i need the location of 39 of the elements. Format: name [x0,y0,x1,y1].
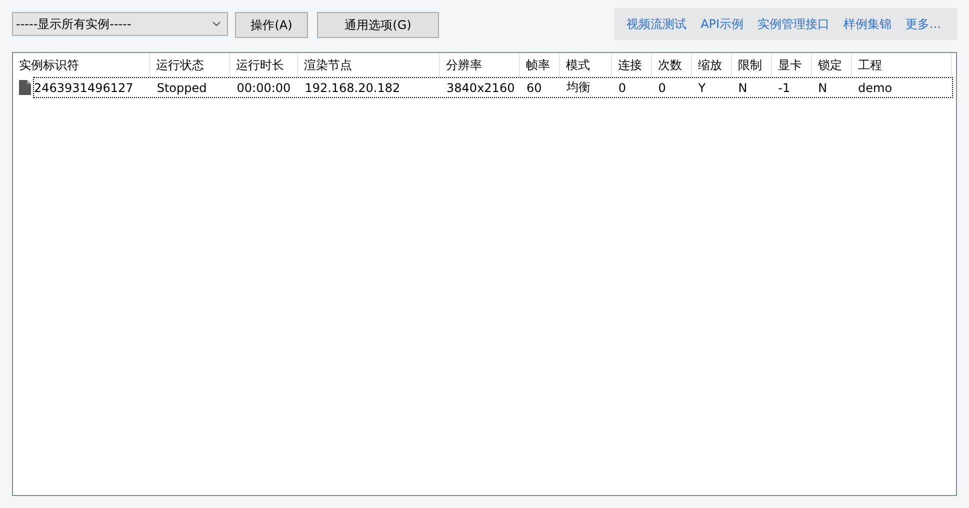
column-header[interactable]: 锁定 [812,53,852,77]
column-header[interactable]: 模式 [560,53,612,77]
column-header[interactable]: 工程 [852,53,952,77]
table-cell-text: demo [857,80,894,94]
nav-link[interactable]: 实例管理接口 [758,16,830,32]
document-icon [19,80,31,95]
toolbar-button[interactable]: 操作(A) [235,12,308,38]
column-header[interactable]: 显卡 [772,53,812,77]
toolbar-button[interactable]: 通用选项(G) [317,12,439,38]
table-cell-text: N [737,80,748,94]
nav-link[interactable]: API示例 [700,16,744,32]
table-cell-text: Stopped [156,80,208,94]
column-header[interactable]: 分辨率 [440,53,520,77]
table-cell-text: 00:00:00 [236,80,292,94]
chevron-down-icon [212,21,221,27]
column-header[interactable]: 帧率 [520,53,560,77]
table-cell-text: 均衡 [565,79,592,96]
table-cell-text: 2463931496127 [34,80,134,94]
table-cell-text: 0 [657,80,667,94]
nav-link[interactable]: 更多... [906,16,941,32]
column-header[interactable]: 次数 [652,53,692,77]
column-header[interactable]: 实例标识符 [13,53,150,77]
table-cell-text: 0 [617,80,627,94]
column-header[interactable]: 渲染节点 [298,53,440,77]
column-header[interactable]: 运行时长 [230,53,298,77]
table-cell-text: -1 [777,80,792,94]
column-header[interactable]: 限制 [732,53,772,77]
table-cell-text: 3840x2160 [446,80,516,94]
nav-link[interactable]: 样例集锦 [844,16,892,32]
nav-link[interactable]: 视频流测试 [626,16,687,32]
table-cell-text: 192.168.20.182 [304,80,402,94]
column-header[interactable]: 运行状态 [150,53,230,77]
column-header[interactable]: 缩放 [692,53,732,77]
column-header[interactable]: 连接 [612,53,652,77]
table-cell-text: 60 [525,80,543,94]
table-row[interactable]: 2463931496127 Stopped 00:00:00 192.168.20.182 3840x2160 60 均衡 0 0 Y N -1 N demo [33,77,953,98]
table-cell-text: Y [697,80,707,94]
instance-filter-dropdown[interactable]: -----显示所有实例----- [12,12,228,36]
table-cell-text: N [817,80,828,94]
